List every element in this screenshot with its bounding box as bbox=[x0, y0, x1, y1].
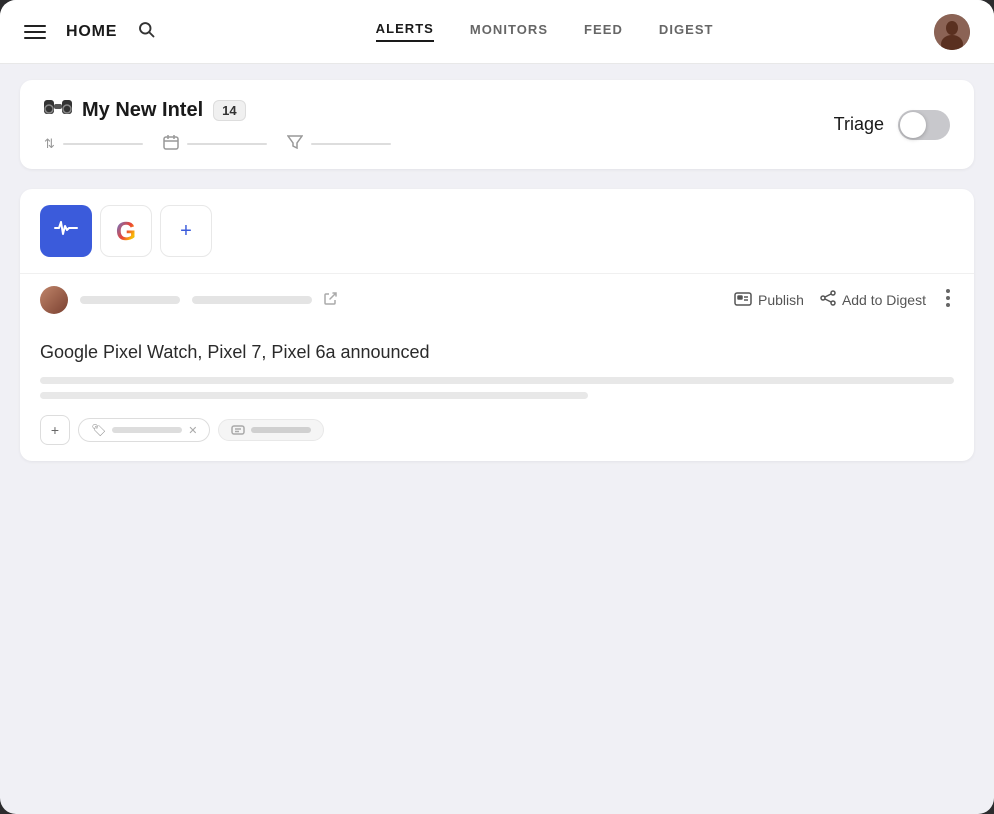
triage-toggle[interactable] bbox=[898, 110, 950, 140]
source-google-icon[interactable]: G bbox=[100, 205, 152, 257]
add-to-digest-label: Add to Digest bbox=[842, 292, 926, 308]
tag-item-2[interactable] bbox=[218, 419, 324, 441]
tag-secondary-text bbox=[251, 427, 311, 433]
article-author-name bbox=[80, 296, 180, 304]
search-icon[interactable] bbox=[137, 20, 155, 43]
main-content: G + bbox=[0, 169, 994, 814]
intel-left: My New Intel 14 ⇅ bbox=[44, 96, 391, 153]
publish-label: Publish bbox=[758, 292, 804, 308]
hamburger-icon[interactable] bbox=[24, 25, 46, 39]
intel-title: My New Intel bbox=[82, 99, 203, 122]
header: HOME ALERTS MONITORS FEED DIGEST bbox=[0, 0, 994, 64]
tag-item-1[interactable]: 🏷 ✕ bbox=[78, 418, 210, 442]
add-to-digest-button[interactable]: Add to Digest bbox=[820, 290, 926, 311]
tag-icon: 🏷 bbox=[91, 423, 106, 437]
triage-label: Triage bbox=[834, 114, 884, 135]
calendar-filter[interactable] bbox=[163, 134, 267, 153]
more-options-button[interactable] bbox=[942, 289, 954, 312]
article-card: G + bbox=[20, 189, 974, 461]
card-sources: G + bbox=[20, 189, 974, 273]
sort-line bbox=[63, 143, 143, 145]
tag-close-icon[interactable]: ✕ bbox=[188, 424, 197, 437]
avatar[interactable] bbox=[934, 14, 970, 50]
share-icon bbox=[820, 290, 836, 311]
filter-icon bbox=[287, 135, 303, 152]
tag-secondary-icon bbox=[231, 424, 245, 436]
publish-button[interactable]: Publish bbox=[734, 290, 804, 311]
tag-filter[interactable] bbox=[287, 135, 391, 152]
publish-icon bbox=[734, 290, 752, 311]
external-link-icon[interactable] bbox=[324, 292, 337, 308]
header-nav: ALERTS MONITORS FEED DIGEST bbox=[376, 21, 714, 42]
article-text-line-1 bbox=[40, 377, 954, 384]
article-meta: Publish Add to Digest bbox=[20, 273, 974, 326]
nav-monitors[interactable]: MONITORS bbox=[470, 22, 548, 41]
intel-filters: ⇅ bbox=[44, 134, 391, 153]
add-tag-button[interactable]: + bbox=[40, 415, 70, 445]
google-letter: G bbox=[116, 216, 136, 247]
avatar-image bbox=[934, 14, 970, 50]
toggle-knob bbox=[900, 112, 926, 138]
calendar-icon bbox=[163, 134, 179, 153]
source-pulse-icon[interactable] bbox=[40, 205, 92, 257]
intel-title-row: My New Intel 14 bbox=[44, 96, 391, 124]
sort-filter[interactable]: ⇅ bbox=[44, 136, 143, 152]
calendar-line bbox=[187, 143, 267, 145]
article-date bbox=[192, 296, 312, 304]
binoculars-icon bbox=[44, 96, 72, 124]
article-title: Google Pixel Watch, Pixel 7, Pixel 6a an… bbox=[40, 342, 954, 363]
nav-feed[interactable]: FEED bbox=[584, 22, 623, 41]
pulse-wave-icon bbox=[53, 218, 79, 244]
home-label[interactable]: HOME bbox=[66, 23, 117, 41]
article-actions: Publish Add to Digest bbox=[734, 289, 954, 312]
article-body: Google Pixel Watch, Pixel 7, Pixel 6a an… bbox=[20, 326, 974, 461]
intel-badge: 14 bbox=[213, 100, 245, 121]
article-text-line-2 bbox=[40, 392, 588, 399]
nav-digest[interactable]: DIGEST bbox=[659, 22, 714, 41]
triage-section: Triage bbox=[834, 110, 950, 140]
tag-text-line bbox=[112, 427, 182, 433]
article-tags: + 🏷 ✕ bbox=[40, 415, 954, 445]
intel-bar: My New Intel 14 ⇅ bbox=[20, 80, 974, 169]
sort-icon: ⇅ bbox=[44, 136, 55, 152]
filter-line bbox=[311, 143, 391, 145]
header-left: HOME bbox=[24, 20, 155, 43]
nav-alerts[interactable]: ALERTS bbox=[376, 21, 434, 42]
article-author-avatar bbox=[40, 286, 68, 314]
app-container: HOME ALERTS MONITORS FEED DIGEST bbox=[0, 0, 994, 814]
add-source-button[interactable]: + bbox=[160, 205, 212, 257]
